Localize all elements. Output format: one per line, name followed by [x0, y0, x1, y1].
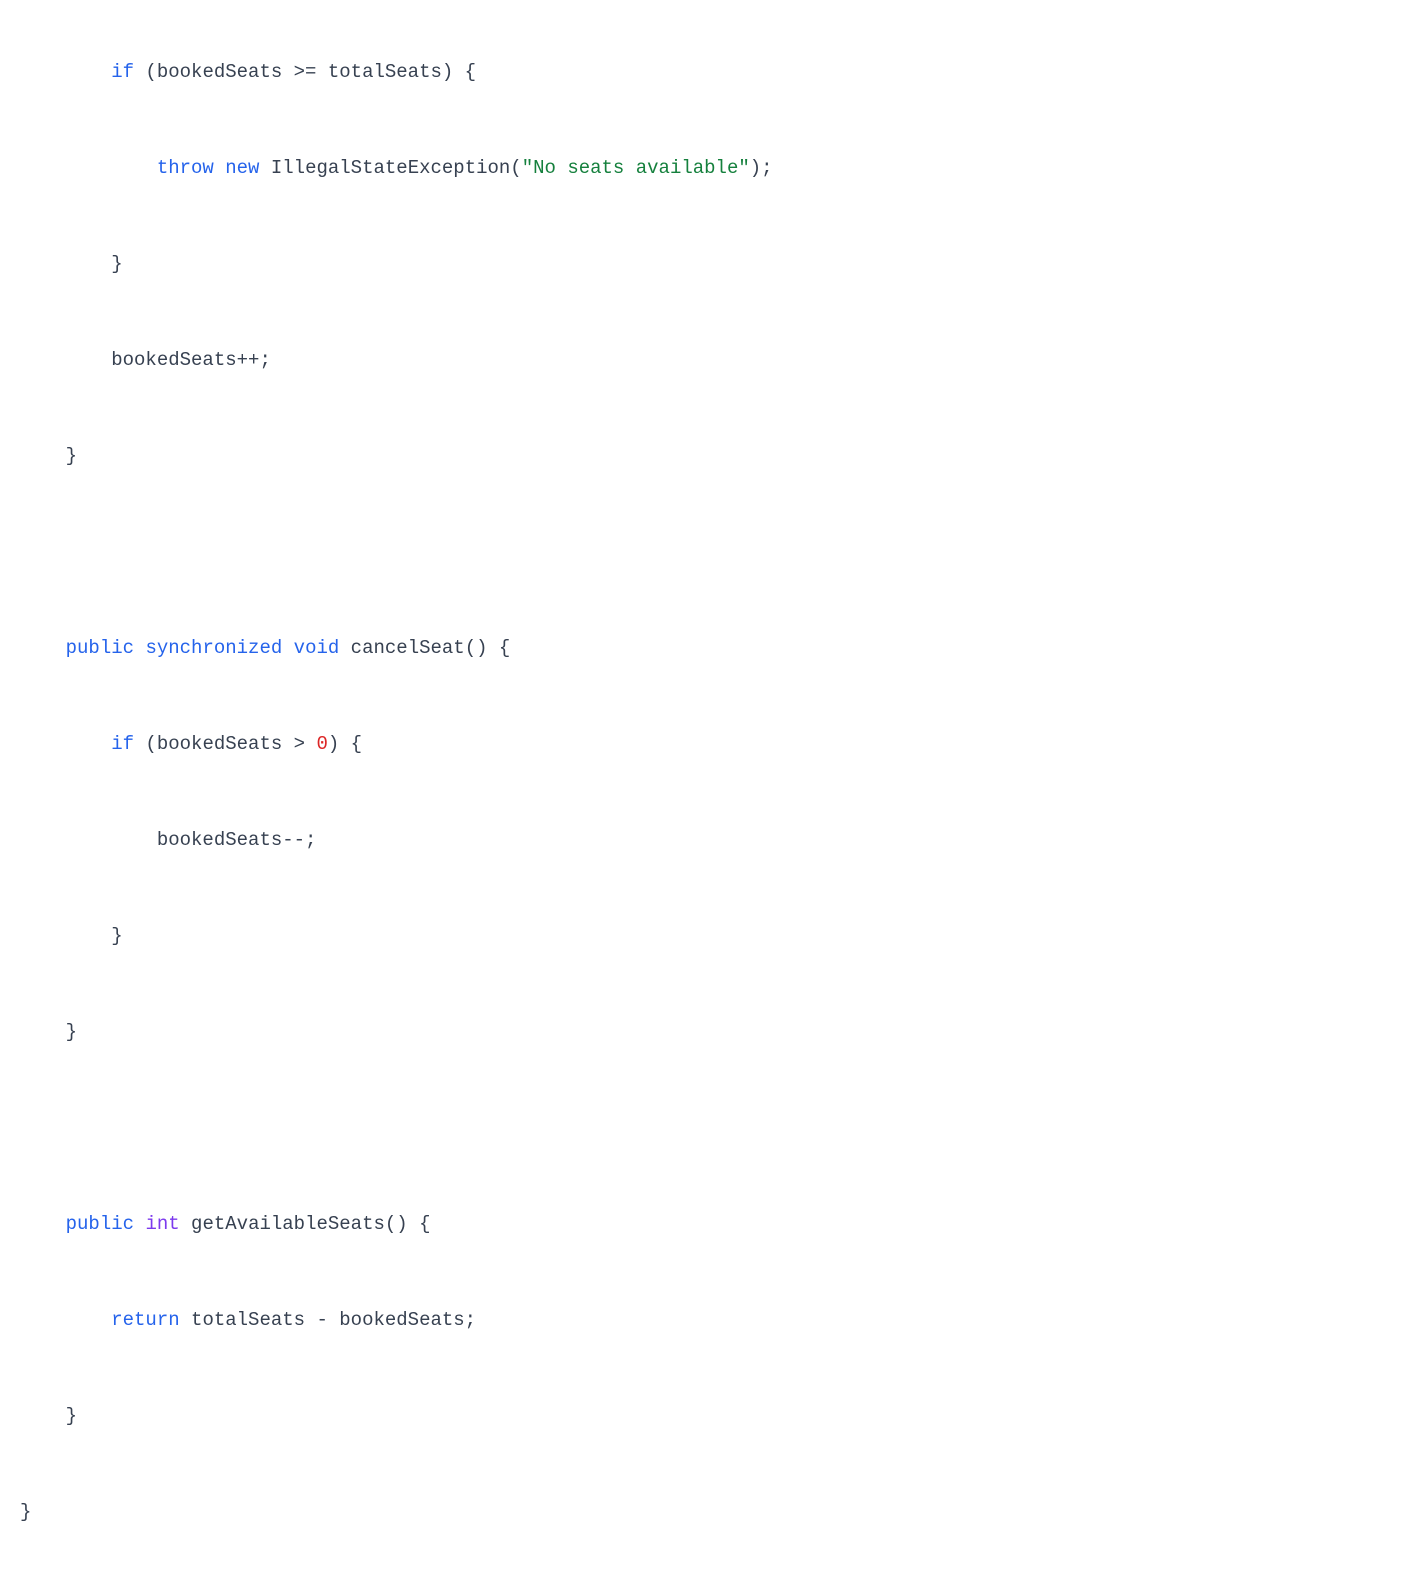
type-int: int — [145, 1213, 179, 1235]
keyword-if: if — [111, 733, 134, 755]
code-line: } — [20, 240, 1390, 288]
code-line: public synchronized void cancelSeat() { — [20, 624, 1390, 672]
keyword-void: void — [294, 637, 340, 659]
keyword-public: public — [66, 1213, 134, 1235]
string-literal: "No seats available" — [522, 157, 750, 179]
keyword-if: if — [111, 61, 134, 83]
code-line: public int getAvailableSeats() { — [20, 1200, 1390, 1248]
code-line: } — [20, 912, 1390, 960]
code-line: throw new IllegalStateException("No seat… — [20, 144, 1390, 192]
code-line: if (bookedSeats >= totalSeats) { — [20, 48, 1390, 96]
code-line: if (bookedSeats > 0) { — [20, 720, 1390, 768]
keyword-public: public — [66, 637, 134, 659]
code-line: bookedSeats--; — [20, 816, 1390, 864]
number-literal: 0 — [316, 733, 327, 755]
code-block: if (bookedSeats >= totalSeats) { throw n… — [0, 0, 1410, 1584]
keyword-throw: throw — [157, 157, 214, 179]
keyword-new: new — [225, 157, 259, 179]
code-line: } — [20, 1488, 1390, 1536]
code-line: return totalSeats - bookedSeats; — [20, 1296, 1390, 1344]
code-line: } — [20, 432, 1390, 480]
code-line: } — [20, 1392, 1390, 1440]
keyword-return: return — [111, 1309, 179, 1331]
code-line: } — [20, 1008, 1390, 1056]
code-line: bookedSeats++; — [20, 336, 1390, 384]
keyword-synchronized: synchronized — [145, 637, 282, 659]
